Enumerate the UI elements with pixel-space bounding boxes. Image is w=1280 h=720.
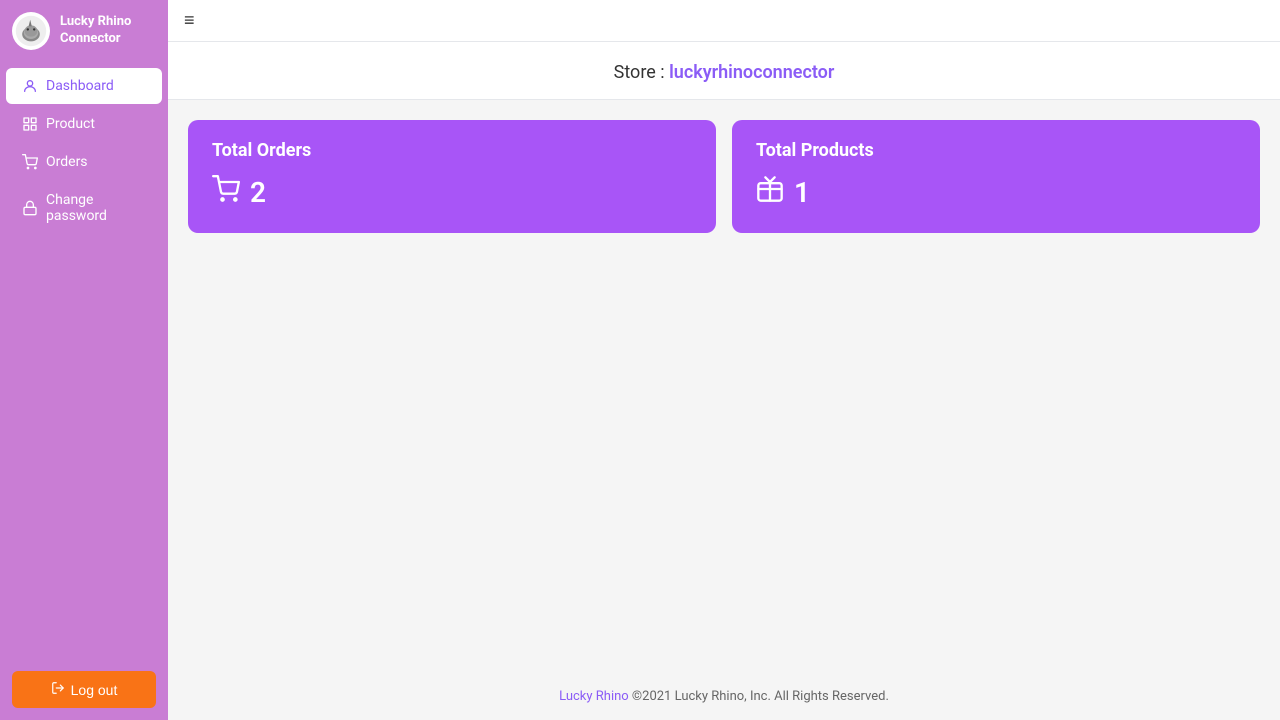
sidebar-item-product[interactable]: Product: [6, 106, 162, 142]
dashboard-body: Total Orders 2 Total Products: [168, 100, 1280, 720]
content-area: Store : luckyrhinoconnector Total Orders: [168, 42, 1280, 720]
sidebar-nav: Dashboard Product Orders: [0, 62, 168, 659]
grid-icon: [22, 116, 38, 132]
store-name: luckyrhinoconnector: [669, 62, 834, 83]
topbar: ≡: [168, 0, 1280, 42]
stats-row: Total Orders 2 Total Products: [188, 120, 1260, 233]
total-products-title: Total Products: [756, 140, 1236, 161]
logout-button[interactable]: Log out: [12, 671, 156, 708]
sidebar: Lucky Rhino Connector Dashboard Product: [0, 0, 168, 720]
hamburger-icon[interactable]: ≡: [184, 10, 195, 31]
sidebar-item-dashboard[interactable]: Dashboard: [6, 68, 162, 104]
total-orders-title: Total Orders: [212, 140, 692, 161]
brand-logo: [12, 12, 50, 50]
user-circle-icon: [22, 78, 38, 94]
main-content: ≡ Store : luckyrhinoconnector Total Orde…: [168, 0, 1280, 720]
cart-icon: [212, 175, 240, 209]
sidebar-item-label: Product: [46, 116, 95, 132]
sidebar-item-orders[interactable]: Orders: [6, 144, 162, 180]
footer-copyright: ©2021 Lucky Rhino, Inc. All Rights Reser…: [629, 689, 889, 704]
sidebar-footer: Log out: [0, 659, 168, 720]
total-orders-value: 2: [212, 175, 692, 209]
sidebar-item-label: Orders: [46, 154, 88, 170]
box-icon: [756, 175, 784, 209]
total-orders-card: Total Orders 2: [188, 120, 716, 233]
footer: Lucky Rhino ©2021 Lucky Rhino, Inc. All …: [168, 673, 1280, 720]
brand-name: Lucky Rhino Connector: [60, 14, 131, 48]
total-products-value: 1: [756, 175, 1236, 209]
sidebar-item-change-password[interactable]: Change password: [6, 182, 162, 234]
logout-icon: [51, 681, 65, 698]
sidebar-item-label: Dashboard: [46, 78, 114, 94]
sidebar-brand: Lucky Rhino Connector: [0, 0, 168, 62]
footer-link[interactable]: Lucky Rhino: [559, 689, 629, 704]
store-header: Store : luckyrhinoconnector: [168, 42, 1280, 100]
shopping-cart-icon: [22, 154, 38, 170]
store-prefix: Store :: [614, 62, 669, 83]
sidebar-item-label: Change password: [46, 192, 146, 224]
total-products-card: Total Products 1: [732, 120, 1260, 233]
lock-icon: [22, 200, 38, 216]
